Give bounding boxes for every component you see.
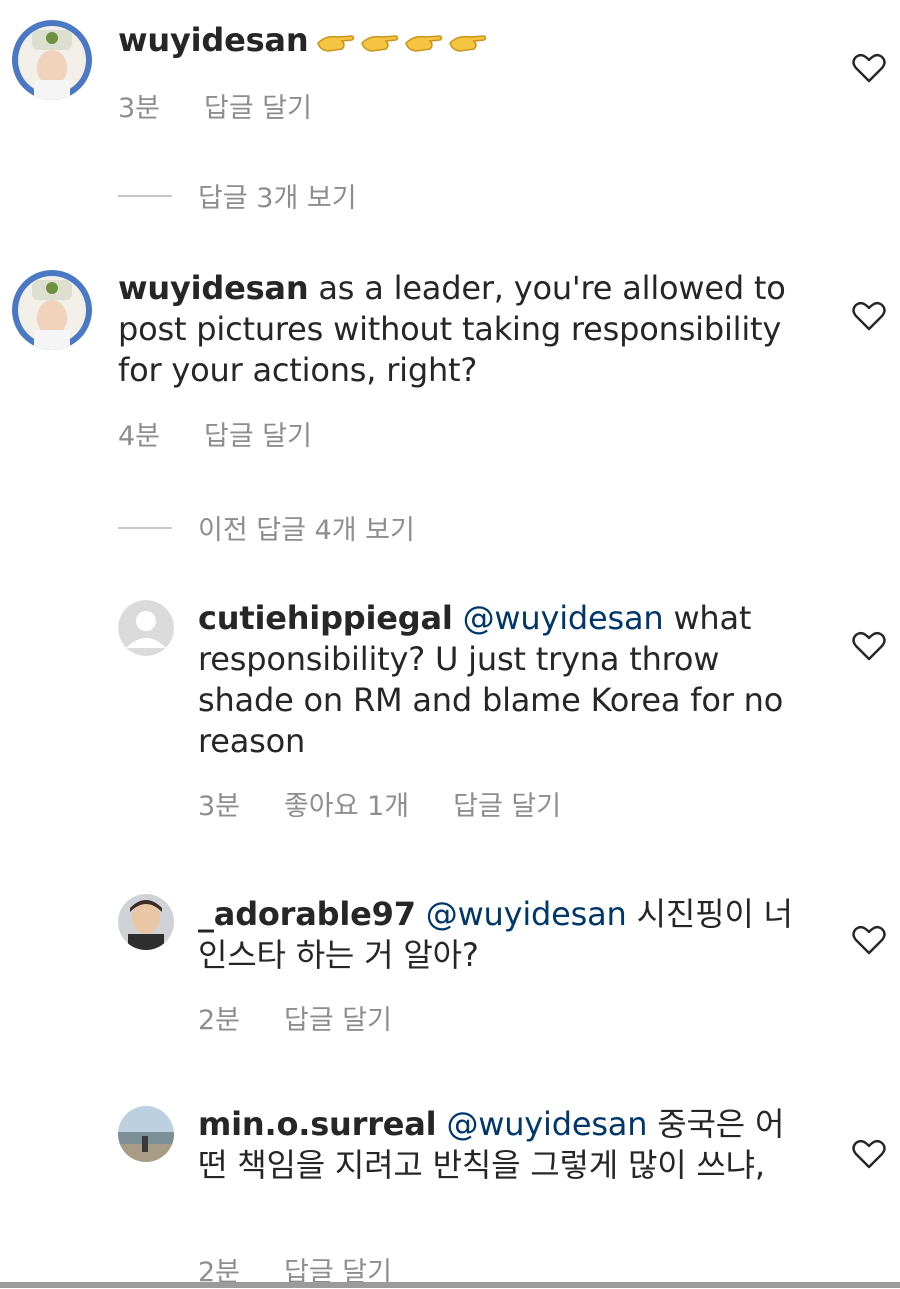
like-heart-icon[interactable] [852,301,886,331]
comment-body: cutiehippiegal @wuyidesan what responsib… [198,598,798,762]
pointing-hand-emoji [317,35,355,52]
comment-meta: 2분 답글 달기 [198,998,436,1037]
comment-username[interactable]: min.o.surreal [198,1105,437,1143]
pointing-hand-emoji [361,35,399,52]
comment-time: 4분 [118,421,161,452]
avatar[interactable] [118,1106,174,1162]
like-heart-icon[interactable] [852,53,886,83]
view-replies-label: 이전 답글 4개 보기 [198,515,415,546]
reply-button[interactable]: 답글 달기 [453,791,561,822]
comment-body: _adorable97 @wuyidesan 시진핑이 너 인스타 하는 거 알… [198,894,798,976]
like-heart-icon[interactable] [852,925,886,955]
avatar[interactable] [12,20,92,100]
reply-button[interactable]: 답글 달기 [204,93,312,124]
comment-meta: 3분 답글 달기 [118,86,356,125]
comment-meta: 4분 답글 달기 [118,414,356,453]
comment-body: wuyidesan as a leader, you're allowed to… [118,268,798,391]
comment-body: min.o.surreal @wuyidesan 중국은 어떤 책임을 지려고 … [198,1104,798,1186]
view-previous-replies-button[interactable]: 이전 답글 4개 보기 [118,508,415,547]
emoji-group [316,24,492,65]
avatar-image [118,1106,174,1162]
comment-time: 3분 [118,93,161,124]
comment-username[interactable]: _adorable97 [198,895,416,933]
view-replies-label: 답글 3개 보기 [198,183,357,214]
comment-body: wuyidesan [118,20,818,65]
mention-link[interactable]: @wuyidesan [426,895,627,933]
mention-link[interactable]: @wuyidesan [446,1105,647,1143]
avatar[interactable] [12,270,92,350]
divider-line [118,526,172,529]
pointing-hand-emoji [449,35,487,52]
avatar[interactable] [118,894,174,950]
comment-username[interactable]: wuyidesan [118,21,309,59]
avatar-image [12,270,92,350]
like-heart-icon[interactable] [852,631,886,661]
screen-bottom-edge [0,1282,900,1288]
view-replies-button[interactable]: 답글 3개 보기 [118,176,357,215]
reply-button[interactable]: 답글 달기 [204,421,312,452]
reply-button[interactable]: 답글 달기 [284,1005,392,1036]
comment-time: 2분 [198,1005,241,1036]
like-heart-icon[interactable] [852,1139,886,1169]
comment-username[interactable]: cutiehippiegal [198,599,453,637]
avatar[interactable] [118,600,174,656]
comment-time: 3분 [198,791,241,822]
avatar-image [118,894,174,950]
divider-line [118,194,172,197]
default-avatar-icon [118,600,174,656]
pointing-hand-emoji [405,35,443,52]
avatar-image [12,20,92,100]
mention-link[interactable]: @wuyidesan [463,599,664,637]
comment-meta: 3분 좋아요 1개 답글 달기 [198,784,605,823]
comment-username[interactable]: wuyidesan [118,269,309,307]
likes-count[interactable]: 좋아요 1개 [284,791,409,822]
